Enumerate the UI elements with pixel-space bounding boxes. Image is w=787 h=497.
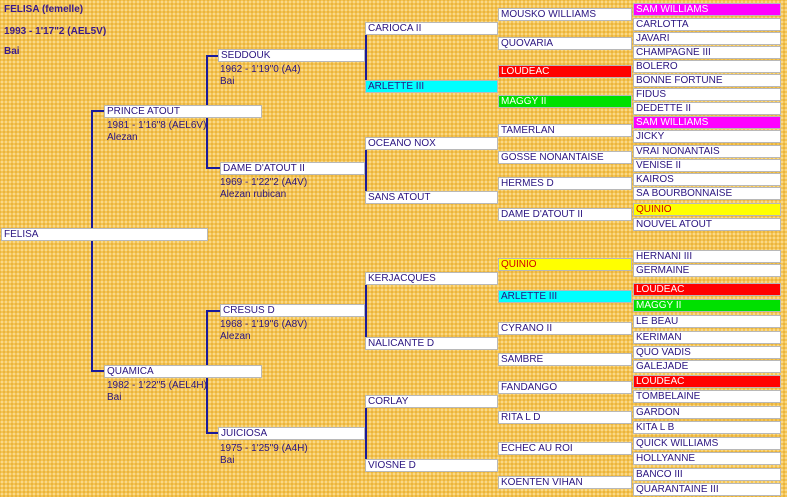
gen4-horse[interactable]: RITA L D	[498, 411, 632, 424]
gen5-horse[interactable]: QUICK WILLIAMS	[633, 437, 781, 450]
gen2-info: 1962 - 1'19"0 (A4) Bai	[220, 64, 301, 88]
gen5-horse[interactable]: BONNE FORTUNE	[633, 74, 781, 87]
gen2-color: Bai	[220, 455, 235, 466]
gen5-horse[interactable]: HERNANI III	[633, 250, 781, 263]
gen5-horse[interactable]: LE BEAU	[633, 315, 781, 328]
connector-line	[365, 278, 367, 344]
connector-line	[206, 310, 221, 312]
gen4-horse[interactable]: CYRANO II	[498, 322, 632, 335]
connector-line	[365, 400, 367, 466]
gen5-horse[interactable]: GERMAINE	[633, 264, 781, 277]
dam-info: 1982 - 1'22"5 (AEL4H) Bai	[107, 380, 207, 404]
gen5-horse[interactable]: JAVARI	[633, 32, 781, 45]
gen5-horse[interactable]: FIDUS	[633, 88, 781, 101]
gen2-horse[interactable]: SEDDOUK	[218, 49, 365, 62]
gen5-horse[interactable]: BANCO III	[633, 468, 781, 481]
gen5-horse[interactable]: CHAMPAGNE III	[633, 46, 781, 59]
gen3-horse[interactable]: ARLETTE III	[365, 80, 498, 93]
gen5-horse[interactable]: GARDON	[633, 406, 781, 419]
gen5-horse[interactable]: GALEJADE	[633, 360, 781, 373]
sire-record: 1981 - 1'16"8 (AEL6V)	[107, 120, 207, 131]
gen4-horse[interactable]: MOUSKO WILLIAMS	[498, 8, 632, 21]
gen4-horse[interactable]: ARLETTE III	[498, 290, 632, 303]
gen4-horse[interactable]: QUOVARIA	[498, 37, 632, 50]
gen4-horse[interactable]: LOUDEAC	[498, 65, 632, 78]
connector-line	[91, 110, 93, 372]
dam-color: Bai	[107, 392, 122, 403]
gen2-horse[interactable]: CRESUS D	[220, 304, 365, 317]
gen5-horse[interactable]: KAIROS	[633, 173, 781, 186]
sire-info: 1981 - 1'16"8 (AEL6V) Alezan	[107, 120, 206, 144]
gen5-horse[interactable]: SAM WILLIAMS	[633, 3, 781, 16]
gen5-horse[interactable]: LOUDEAC	[633, 375, 781, 388]
gen3-horse[interactable]: VIOSNE D	[365, 459, 498, 472]
gen4-horse[interactable]: ECHEC AU ROI	[498, 442, 632, 455]
horse-title: FELISA (femelle)	[4, 4, 84, 15]
gen4-horse[interactable]: FANDANGO	[498, 381, 632, 394]
gen4-horse[interactable]: HERMES D	[498, 177, 632, 190]
gen5-horse[interactable]: KITA L B	[633, 421, 781, 434]
gen4-horse[interactable]: QUINIO	[498, 258, 632, 271]
sire-color: Alezan	[107, 132, 138, 143]
gen4-horse[interactable]: SAMBRE	[498, 353, 632, 366]
gen3-horse[interactable]: NALICANTE D	[365, 337, 498, 350]
gen4-horse[interactable]: GOSSE NONANTAISE	[498, 151, 632, 164]
gen2-horse[interactable]: DAME D'ATOUT II	[220, 162, 365, 175]
gen5-horse[interactable]: BOLERO	[633, 60, 781, 73]
gen2-color: Bai	[220, 76, 235, 87]
gen2-horse[interactable]: JUICIOSA	[218, 427, 365, 440]
gen5-horse[interactable]: MAGGY II	[633, 299, 781, 312]
gen5-horse[interactable]: CARLOTTA	[633, 18, 781, 31]
horse-felisa[interactable]: FELISA	[1, 228, 208, 241]
gen4-horse[interactable]: KOENTEN VIHAN	[498, 476, 632, 489]
gen5-horse[interactable]: JICKY	[633, 130, 781, 143]
dam-record: 1982 - 1'22"5 (AEL4H)	[107, 380, 207, 391]
gen5-horse[interactable]: SAM WILLIAMS	[633, 116, 781, 129]
gen5-horse[interactable]: SA BOURBONNAISE	[633, 187, 781, 200]
gen5-horse[interactable]: VENISE II	[633, 159, 781, 172]
gen4-horse[interactable]: TAMERLAN	[498, 124, 632, 137]
gen5-horse[interactable]: VRAI NONANTAIS	[633, 145, 781, 158]
connector-line	[206, 167, 221, 169]
horse-color: Bai	[4, 46, 20, 57]
gen4-horse[interactable]: MAGGY II	[498, 95, 632, 108]
gen2-info: 1969 - 1'22"2 (A4V) Alezan rubican	[220, 177, 307, 201]
gen2-info: 1975 - 1'25"9 (A4H) Bai	[220, 443, 308, 467]
gen2-color: Alezan	[220, 331, 251, 342]
gen5-horse[interactable]: NOUVEL ATOUT	[633, 218, 781, 231]
gen2-record: 1969 - 1'22"2 (A4V)	[220, 177, 308, 188]
horse-record: 1993 - 1'17"2 (AEL5V)	[4, 26, 107, 37]
gen5-horse[interactable]: KERIMAN	[633, 331, 781, 344]
connector-line	[91, 110, 105, 112]
gen5-horse[interactable]: LOUDEAC	[633, 283, 781, 296]
connector-line	[365, 30, 367, 87]
gen3-horse[interactable]: KERJACQUES	[365, 272, 498, 285]
dam-name[interactable]: QUAMICA	[104, 365, 262, 378]
gen5-horse[interactable]: DEDETTE II	[633, 102, 781, 115]
connector-line	[91, 370, 105, 372]
gen2-record: 1962 - 1'19"0 (A4)	[220, 64, 301, 75]
gen2-info: 1968 - 1'19"6 (A8V) Alezan	[220, 319, 307, 343]
gen2-record: 1975 - 1'25"9 (A4H)	[220, 443, 308, 454]
gen5-horse[interactable]: HOLLYANNE	[633, 452, 781, 465]
gen5-horse[interactable]: QUO VADIS	[633, 346, 781, 359]
gen5-horse[interactable]: QUARANTAINE III	[633, 483, 781, 496]
sire-name[interactable]: PRINCE ATOUT	[104, 105, 262, 118]
gen2-color: Alezan rubican	[220, 189, 287, 200]
gen3-horse[interactable]: SANS ATOUT	[365, 191, 498, 204]
gen4-horse[interactable]: DAME D'ATOUT II	[498, 208, 632, 221]
gen2-record: 1968 - 1'19"6 (A8V)	[220, 319, 308, 330]
gen5-horse[interactable]: QUINIO	[633, 203, 781, 216]
gen3-horse[interactable]: CORLAY	[365, 395, 498, 408]
gen3-horse[interactable]: OCEANO NOX	[365, 137, 498, 150]
gen3-horse[interactable]: CARIOCA II	[365, 22, 498, 35]
gen5-horse[interactable]: TOMBELAINE	[633, 390, 781, 403]
